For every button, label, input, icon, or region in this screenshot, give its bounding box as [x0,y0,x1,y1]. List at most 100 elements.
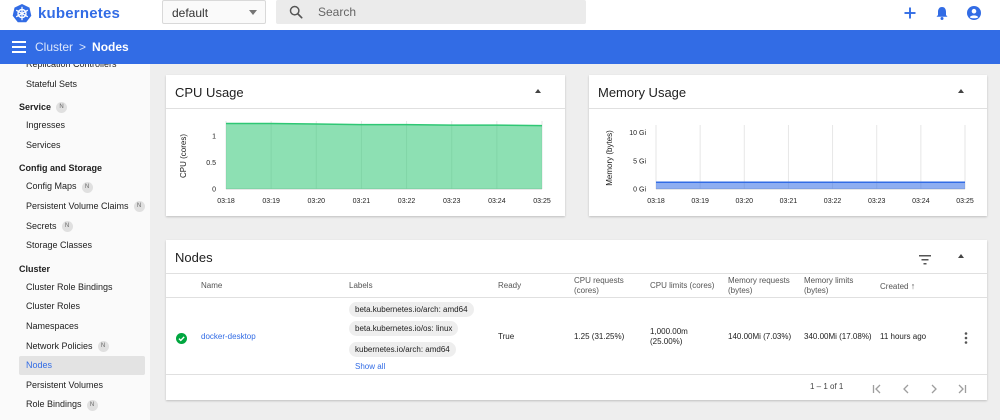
page-title: Nodes [92,40,129,54]
sidebar-item-label: Config Maps [26,181,77,192]
breadcrumb-separator: > [79,40,87,54]
x-tick-label: 03:22 [824,198,842,205]
column-header-name[interactable]: Name [201,281,222,291]
y-tick-label: 0 Gi [633,187,646,194]
top-bar: kubernetes default [0,0,1000,30]
nodes-card-title: Nodes [175,250,213,265]
memory-limits-value: 340.00Mi (17.08%) [804,332,872,341]
column-header-created[interactable]: Created ↑ [880,281,915,292]
nodes-card: Nodes Name Labels Ready CPU requests (co… [166,240,987,400]
sort-arrow-up-icon: ↑ [910,281,916,291]
sidebar-section-service: Service N [19,100,68,114]
search-icon [289,5,303,19]
sidebar-item-namespaces[interactable]: Namespaces [19,317,145,336]
filter-icon[interactable] [919,252,931,265]
sidebar-item-label: Role Bindings [26,399,82,410]
sidebar-section-config-and-storage: Config and Storage [19,161,102,175]
column-header-cpu-limits[interactable]: CPU limits (cores) [650,281,714,291]
sidebar-item-nodes[interactable]: Nodes [19,356,145,376]
sidebar-item-cluster-role-bindings[interactable]: Cluster Role Bindings [19,278,145,297]
previous-page-icon[interactable] [901,381,911,399]
namespaced-badge: N [56,102,68,114]
caret-down-icon [249,10,257,15]
namespace-select[interactable]: default [162,0,266,24]
y-tick-label: 5 Gi [633,158,646,165]
x-tick-label: 03:21 [780,198,798,205]
create-plus-icon[interactable] [902,5,918,21]
sidebar-item-label: Cluster Roles [26,301,81,312]
collapse-up-icon[interactable] [958,254,964,258]
namespaced-badge: N [61,220,73,232]
next-page-icon[interactable] [929,381,939,399]
breadcrumb-parent[interactable]: Cluster [35,40,73,54]
x-tick-label: 03:20 [736,198,754,205]
sidebar-item-label: Service [19,102,52,113]
sidebar-item-label: Namespaces [26,321,79,331]
x-tick-label: 03:18 [217,198,235,205]
cpu-usage-card: CPU Usage 03:18 03:19 03:20 03:21 03:22 03:23… [166,75,565,216]
y-tick-label: 10 Gi [629,130,646,137]
sidebar-item-label: Services [26,139,61,150]
logo[interactable]: kubernetes [12,3,120,23]
sidebar-item-persistent-volume-claims[interactable]: Persistent Volume Claims N [19,197,145,216]
node-name-link[interactable]: docker-desktop [201,332,256,342]
x-tick-label: 03:25 [956,198,974,205]
sidebar-section-cluster: Cluster [19,262,50,276]
table-row[interactable]: docker-desktop beta.kubernetes.io/arch: … [166,298,987,374]
ready-value: True [498,332,515,341]
cpu-usage-chart: 03:18 03:19 03:20 03:21 03:22 03:23 03:24 03:25… [179,121,551,205]
sidebar-item-storage-classes[interactable]: Storage Classes [19,236,145,255]
sidebar: Replication Controllers Stateful Sets Serv… [0,64,150,420]
namespaced-badge: N [81,181,93,193]
sidebar-item-persistent-volumes[interactable]: Persistent Volumes [19,376,145,395]
app-name: kubernetes [38,4,121,22]
y-tick-label: 0.5 [206,160,216,167]
column-header-memory-requests[interactable]: Memory requests (bytes) [728,276,798,296]
sidebar-item-ingresses[interactable]: Ingresses [19,116,145,135]
show-all-labels-link[interactable]: Show all [355,362,385,372]
sidebar-item-label: Network Policies [26,340,93,351]
sidebar-item-stateful-sets[interactable]: Stateful Sets [19,75,145,94]
label-chip: beta.kubernetes.io/arch: amd64 [349,302,474,317]
search-bar[interactable] [276,0,586,24]
series-area [656,182,965,189]
sidebar-item-label: Storage Classes [26,240,93,251]
namespace-selected-value: default [172,6,209,20]
first-page-icon[interactable] [872,381,882,399]
label-chip: beta.kubernetes.io/os: linux [349,321,459,336]
sidebar-item-services[interactable]: Services [19,136,145,155]
sidebar-item-network-policies[interactable]: Network Policies N [19,337,145,356]
sidebar-item-secrets[interactable]: Secrets N [19,217,145,236]
sidebar-item-label: Cluster [19,263,51,274]
x-tick-label: 03:24 [912,198,930,205]
namespaced-badge: N [133,201,145,213]
search-input[interactable] [318,0,568,24]
y-tick-label: 1 [212,134,216,141]
top-actions [902,5,982,21]
sidebar-item-replication-controllers[interactable]: Replication Controllers [19,64,145,74]
breadcrumb: Cluster > Nodes [0,30,1000,64]
column-header-labels: Labels [349,281,373,290]
cpu-limits-value: 1,000.00m (25.00%) [650,327,688,346]
created-value: 11 hours ago [880,332,927,341]
namespaced-badge: N [86,399,98,411]
more-vert-icon[interactable] [964,331,968,344]
notifications-bell-icon[interactable] [934,5,950,21]
last-page-icon[interactable] [957,381,967,399]
y-tick-label: 0 [212,187,216,194]
memory-requests-value: 140.00Mi (7.03%) [728,332,792,341]
sidebar-item-role-bindings[interactable]: Role Bindings N [19,395,145,414]
x-tick-label: 03:23 [443,198,461,205]
column-header-memory-limits[interactable]: Memory limits (bytes) [804,276,868,296]
x-tick-label: 03:22 [398,198,416,205]
sidebar-item-cluster-roles[interactable]: Cluster Roles [19,297,145,316]
menu-hamburger-icon[interactable] [12,41,26,53]
y-axis-label: CPU (cores) [179,134,188,178]
memory-usage-chart: 03:18 03:19 03:20 03:21 03:22 03:23 03:24 03:25… [605,125,974,205]
account-icon[interactable] [966,5,982,21]
column-header-cpu-requests[interactable]: CPU requests (cores) [574,276,642,296]
sidebar-item-config-maps[interactable]: Config Maps N [19,177,145,196]
sidebar-item-label: Cluster Role Bindings [26,281,113,292]
x-tick-label: 03:19 [691,198,709,205]
series-area [226,123,542,189]
